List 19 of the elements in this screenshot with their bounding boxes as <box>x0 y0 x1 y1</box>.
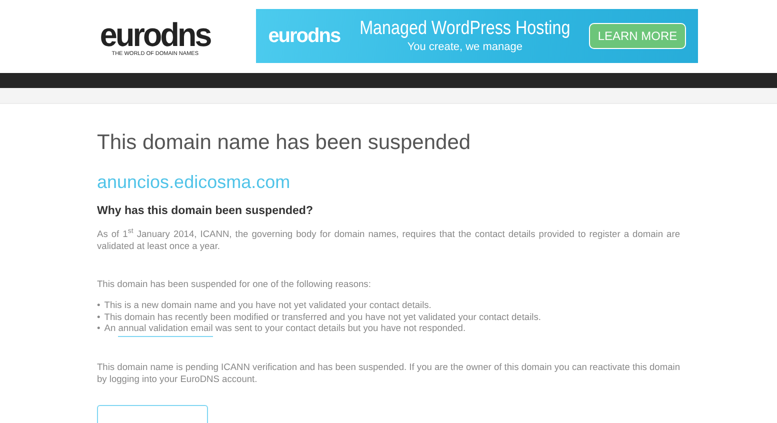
validation-email-link[interactable]: annual validation email <box>118 323 213 337</box>
ad-banner[interactable]: eurodns Managed WordPress Hosting You create, we manage LEARN MORE <box>256 9 698 63</box>
domain-name: anuncios.edicosma.com <box>97 171 292 193</box>
banner-logo: eurodns <box>268 24 341 48</box>
reasons-intro: This domain has been suspended for one of the following reasons: <box>97 278 372 290</box>
site-logo[interactable]: eurodns <box>100 20 210 48</box>
bullet: • <box>97 300 100 312</box>
banner-title: Managed WordPress Hosting <box>360 18 570 40</box>
reason-item: This domain has recently been modified or transferred and you have not yet validated your contact details. <box>104 312 541 323</box>
page-title: This domain name has been suspended <box>97 130 472 156</box>
section-heading: Why has this domain been suspended? <box>97 204 314 218</box>
reason-item: An annual validation email was sent to your contact details but you have not responded. <box>104 323 466 334</box>
learn-more-button[interactable]: LEARN MORE <box>588 23 686 49</box>
reason-item: This is a new domain name and you have not yet validated your contact details. <box>104 300 432 312</box>
bullet: • <box>97 323 100 334</box>
banner-subtitle: You create, we manage <box>407 40 522 54</box>
intro-paragraph: As of 1$^{st}$ January 2014, ICANN, the governing body for domain names, requires that the contact details provided to register a domain are validated at least once a year. <box>97 228 680 252</box>
reactivation-paragraph: This domain name is pending ICANN verification and has been suspended. If you are the owner of this domain you can reactivate this domain by logging into your EuroDNS account. <box>97 360 680 384</box>
bullet: • <box>97 312 100 323</box>
